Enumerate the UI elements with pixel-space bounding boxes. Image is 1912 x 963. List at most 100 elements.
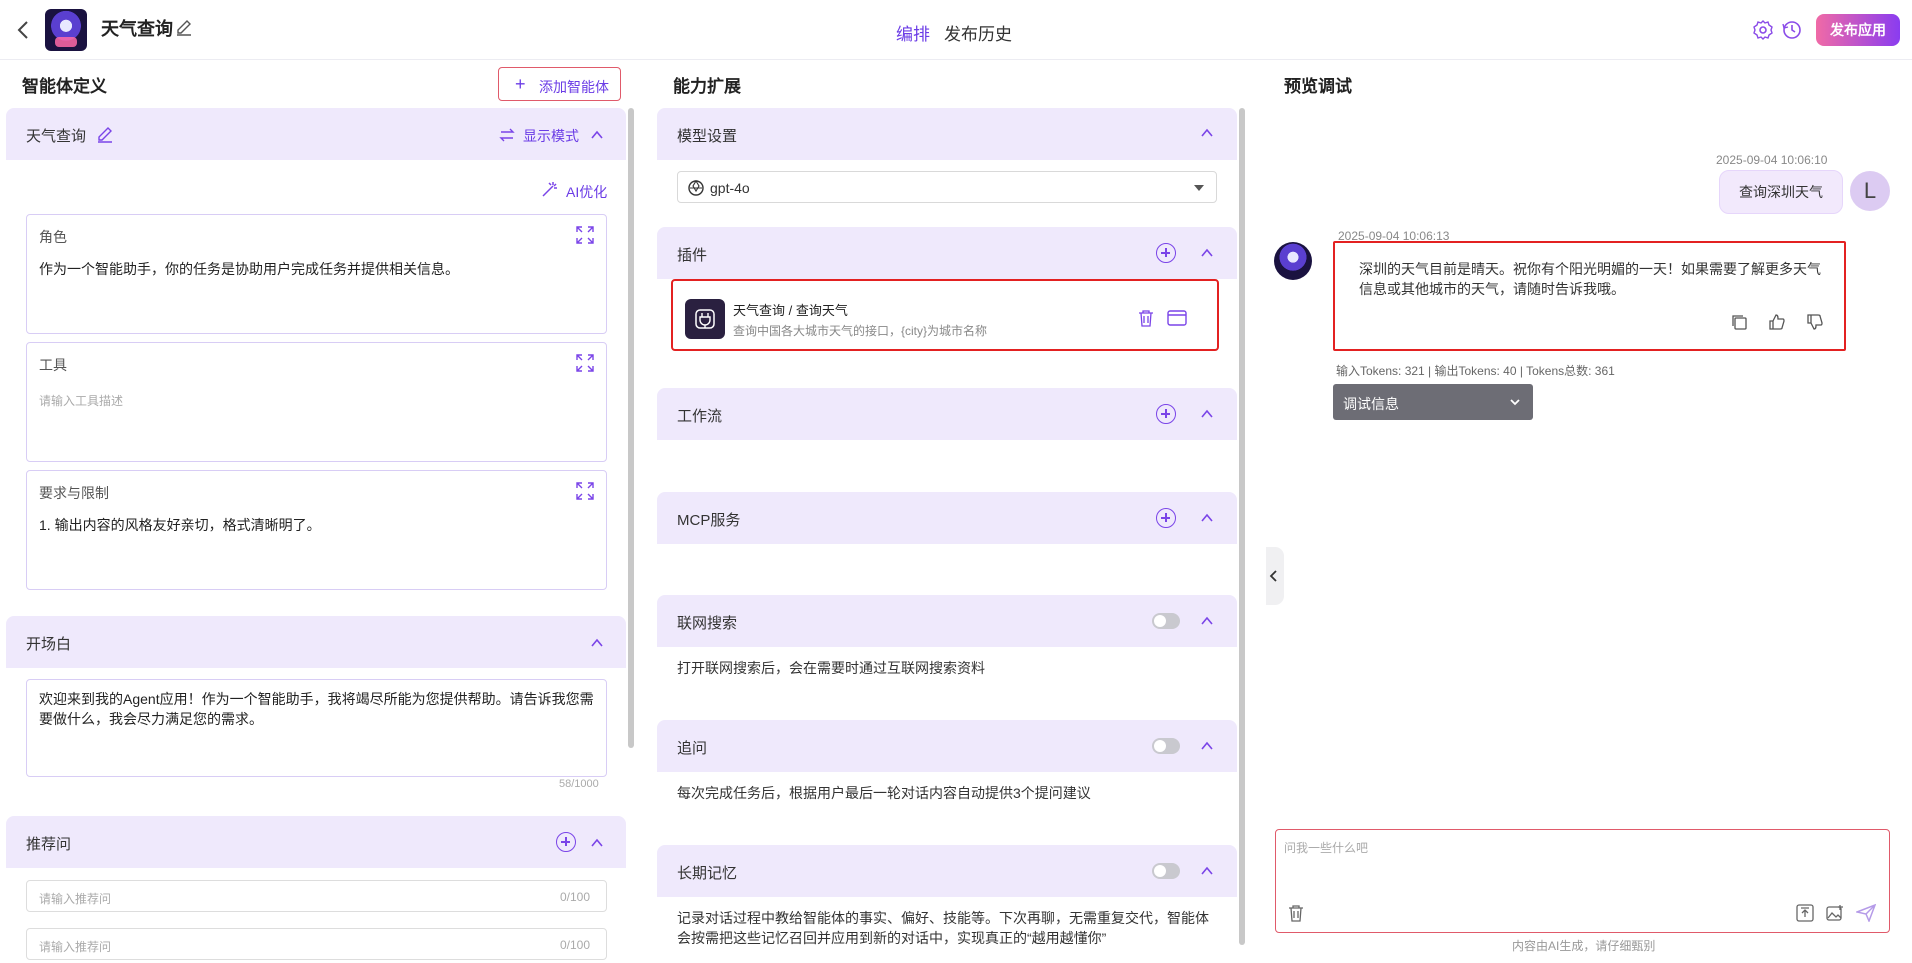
- chevron-up-icon[interactable]: [590, 128, 604, 142]
- chevron-up-icon[interactable]: [590, 636, 604, 650]
- publish-button[interactable]: 发布应用: [1816, 14, 1900, 46]
- image-upload-icon[interactable]: [1826, 904, 1844, 922]
- gear-icon[interactable]: [1752, 19, 1774, 41]
- suggestion-placeholder: 请输入推荐问: [39, 892, 112, 906]
- chevron-up-icon[interactable]: [1200, 126, 1214, 140]
- mcp-panel: MCP服务: [657, 492, 1237, 584]
- add-plugin-icon[interactable]: [1156, 243, 1176, 263]
- followup-desc: 每次完成任务后，根据用户最后一轮对话内容自动提供3个提问建议: [677, 785, 1091, 801]
- send-icon[interactable]: [1856, 904, 1876, 922]
- plus-icon: +: [515, 74, 526, 94]
- opening-title: 开场白: [26, 636, 72, 653]
- thumbs-down-icon[interactable]: [1806, 313, 1824, 331]
- memory-toggle[interactable]: [1152, 863, 1180, 879]
- trash-icon[interactable]: [1138, 309, 1154, 327]
- add-agent-button[interactable]: + 添加智能体: [498, 67, 621, 101]
- user-avatar: L: [1850, 171, 1890, 211]
- constraints-field[interactable]: 要求与限制 1. 输出内容的风格友好亲切，格式清晰明了。: [26, 470, 607, 590]
- mcp-title: MCP服务: [677, 512, 741, 529]
- suggested-header: 推荐问: [6, 816, 626, 868]
- workflow-title: 工作流: [677, 408, 723, 425]
- suggestion-input[interactable]: 请输入推荐问 0/100: [26, 880, 607, 912]
- thumbs-up-icon[interactable]: [1768, 313, 1786, 331]
- card-icon[interactable]: [1167, 309, 1187, 327]
- caret-down-icon: [1194, 185, 1204, 191]
- chevron-up-icon[interactable]: [1200, 864, 1214, 878]
- suggestion-input[interactable]: 请输入推荐问 0/100: [26, 928, 607, 960]
- left-scrollbar[interactable]: [628, 108, 634, 748]
- agent-panel-header: 天气查询 显示模式: [6, 108, 626, 160]
- chevron-up-icon[interactable]: [1200, 511, 1214, 525]
- bot-avatar: [1274, 242, 1312, 280]
- model-value: gpt-4o: [710, 180, 750, 196]
- edit-icon[interactable]: [96, 125, 114, 143]
- expand-icon[interactable]: [576, 226, 594, 244]
- chevron-up-icon[interactable]: [1200, 614, 1214, 628]
- add-suggestion-icon[interactable]: [556, 832, 576, 852]
- plugins-header: 插件: [657, 227, 1237, 279]
- agent-definition-panel: 天气查询 显示模式 AI优化 角色 作为一个智能助手，你的任务是协助用户完成任务…: [6, 108, 626, 608]
- copy-icon[interactable]: [1730, 313, 1748, 331]
- tools-field[interactable]: 工具 请输入工具描述: [26, 342, 607, 462]
- swap-icon[interactable]: [499, 127, 515, 143]
- add-workflow-icon[interactable]: [1156, 404, 1176, 424]
- web-search-panel: 联网搜索 打开联网搜索后，会在需要时通过互联网搜索资料: [657, 595, 1237, 712]
- trash-icon[interactable]: [1288, 904, 1304, 922]
- expand-icon[interactable]: [576, 482, 594, 500]
- user-message: 查询深圳天气: [1719, 170, 1843, 214]
- upload-file-icon[interactable]: [1796, 904, 1814, 922]
- chevron-left-icon: [1269, 570, 1277, 582]
- magic-wand-icon[interactable]: [541, 180, 559, 198]
- opening-textarea[interactable]: 欢迎来到我的Agent应用！作为一个智能助手，我将竭尽所能为您提供帮助。请告诉我…: [26, 679, 607, 777]
- app-avatar: [45, 9, 87, 51]
- user-timestamp: 2025-09-04 10:06:10: [1716, 153, 1828, 167]
- chevron-up-icon[interactable]: [1200, 739, 1214, 753]
- token-stats: 输入Tokens: 321 | 输出Tokens: 40 | Tokens总数:…: [1336, 364, 1615, 378]
- suggestion-counter: 0/100: [559, 890, 590, 904]
- plugins-title: 插件: [677, 247, 708, 264]
- plugin-item[interactable]: 天气查询 / 查询天气 查询中国各大城市天气的接口，{city}为城市名称: [671, 279, 1219, 351]
- app-title: 天气查询: [101, 19, 173, 39]
- tab-publish-history[interactable]: 发布历史: [944, 20, 1012, 45]
- opening-panel: 开场白 欢迎来到我的Agent应用！作为一个智能助手，我将竭尽所能为您提供帮助。…: [6, 616, 626, 808]
- chevron-up-icon[interactable]: [1200, 407, 1214, 421]
- suggested-panel: 推荐问 请输入推荐问 0/100 请输入推荐问 0/100: [6, 816, 626, 963]
- web-search-toggle[interactable]: [1152, 613, 1180, 629]
- capabilities-title: 能力扩展: [673, 77, 741, 96]
- agent-panel-title: 天气查询: [26, 128, 87, 145]
- collapse-panel-tab[interactable]: [1266, 547, 1284, 605]
- memory-desc-line1: 记录对话过程中教给智能体的事实、偏好、技能等。下次再聊，无需重复交代，智能体: [677, 910, 1209, 926]
- ai-disclaimer: 内容由AI生成，请仔细甄别: [1512, 939, 1656, 953]
- agent-definition-title: 智能体定义: [22, 77, 107, 96]
- model-select[interactable]: gpt-4o: [677, 171, 1217, 203]
- web-search-title: 联网搜索: [677, 615, 738, 632]
- chat-input-placeholder: 问我一些什么吧: [1284, 841, 1369, 855]
- debug-info-dropdown[interactable]: 调试信息: [1333, 384, 1533, 420]
- opening-text: 欢迎来到我的Agent应用！作为一个智能助手，我将竭尽所能为您提供帮助。请告诉我…: [39, 691, 594, 727]
- middle-scrollbar[interactable]: [1239, 108, 1245, 945]
- tools-placeholder: 请输入工具描述: [39, 394, 124, 408]
- role-field[interactable]: 角色 作为一个智能助手，你的任务是协助用户完成任务并提供相关信息。: [26, 214, 607, 334]
- bot-message-text: 深圳的天气目前是晴天。祝你有个阳光明媚的一天！如果需要了解更多天气信息或其他城市…: [1359, 261, 1821, 297]
- edit-icon[interactable]: [175, 18, 193, 36]
- preview-title: 预览调试: [1284, 77, 1352, 96]
- back-arrow-icon[interactable]: [14, 20, 34, 40]
- web-search-desc: 打开联网搜索后，会在需要时通过互联网搜索资料: [677, 660, 985, 676]
- history-icon[interactable]: [1781, 19, 1803, 41]
- tab-arrange[interactable]: 编排: [896, 20, 930, 45]
- constraints-label: 要求与限制: [39, 485, 109, 501]
- memory-panel: 长期记忆 记录对话过程中教给智能体的事实、偏好、技能等。下次再聊，无需重复交代，…: [657, 845, 1237, 963]
- mcp-header: MCP服务: [657, 492, 1237, 544]
- suggested-title: 推荐问: [26, 836, 72, 853]
- chevron-up-icon[interactable]: [590, 836, 604, 850]
- chevron-up-icon[interactable]: [1200, 246, 1214, 260]
- tools-label: 工具: [39, 357, 67, 373]
- suggestion-placeholder: 请输入推荐问: [39, 940, 112, 954]
- expand-icon[interactable]: [576, 354, 594, 372]
- followup-toggle[interactable]: [1152, 738, 1180, 754]
- ai-optimize-button[interactable]: AI优化: [566, 182, 607, 202]
- chat-input[interactable]: 问我一些什么吧: [1275, 829, 1890, 933]
- suggestion-counter: 0/100: [559, 938, 590, 952]
- add-mcp-icon[interactable]: [1156, 508, 1176, 528]
- display-mode-toggle[interactable]: 显示模式: [523, 126, 579, 146]
